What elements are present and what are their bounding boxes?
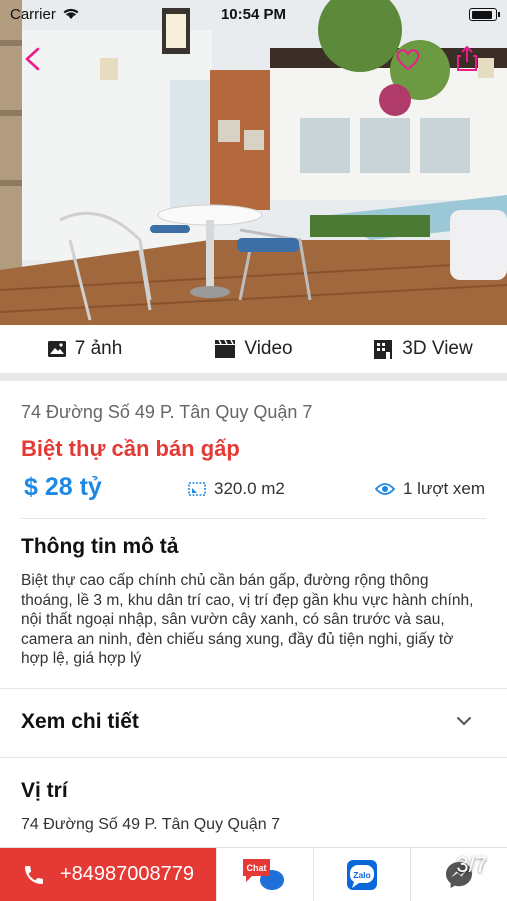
location-address: 74 Đường Số 49 P. Tân Quy Quận 7 bbox=[21, 816, 280, 833]
3d-view-tab[interactable]: 3D View bbox=[338, 338, 507, 360]
bottom-action-bar: +84987008779 Chat Zalo bbox=[0, 847, 507, 901]
heart-icon bbox=[396, 49, 420, 71]
chevron-down-icon bbox=[457, 717, 471, 725]
phone-icon bbox=[25, 865, 43, 884]
3d-view-icon bbox=[374, 340, 393, 359]
phone-number: +84987008779 bbox=[60, 863, 195, 885]
chat-icon-label: Chat bbox=[247, 863, 267, 873]
villa-courtyard-image bbox=[0, 0, 507, 325]
description-text: Biệt thự cao cấp chính chủ cần bán gấp, … bbox=[21, 572, 474, 667]
area-value: 320.0 m2 bbox=[214, 479, 285, 498]
listing-address: 74 Đường Số 49 P. Tân Quy Quận 7 bbox=[21, 402, 313, 422]
listing-area: 320.0 m2 bbox=[188, 479, 285, 499]
battery-icon bbox=[469, 8, 500, 21]
hero-photo[interactable] bbox=[0, 0, 507, 325]
description-heading: Thông tin mô tả bbox=[21, 535, 179, 558]
favorite-button[interactable] bbox=[391, 42, 425, 76]
zalo-icon: Zalo bbox=[347, 859, 377, 890]
clock: 10:54 PM bbox=[220, 6, 287, 23]
chevron-left-icon bbox=[25, 47, 40, 71]
listing-price: $ 28 tỷ bbox=[24, 473, 102, 501]
3d-view-tab-label: 3D View bbox=[402, 338, 473, 359]
share-button[interactable] bbox=[450, 42, 484, 76]
video-tab-label: Video bbox=[244, 338, 293, 359]
listing-title: Biệt thự cần bán gấp bbox=[21, 436, 240, 461]
divider bbox=[21, 518, 486, 519]
photos-tab[interactable]: 7 ảnh bbox=[0, 338, 169, 360]
image-icon bbox=[47, 341, 66, 357]
video-tab[interactable]: Video bbox=[169, 338, 338, 360]
call-button[interactable]: +84987008779 bbox=[0, 848, 216, 901]
location-heading: Vị trí bbox=[21, 779, 68, 802]
divider bbox=[0, 757, 507, 758]
media-tabs: 7 ảnh Video 3D View bbox=[0, 325, 507, 373]
divider bbox=[0, 688, 507, 689]
chat-icon: Chat bbox=[243, 858, 284, 890]
details-toggle[interactable] bbox=[455, 714, 473, 732]
eye-icon bbox=[375, 483, 395, 495]
details-heading[interactable]: Xem chi tiết bbox=[21, 710, 139, 734]
share-icon bbox=[457, 45, 477, 71]
back-button[interactable] bbox=[16, 42, 50, 76]
gallery-counter: 3/7 bbox=[456, 852, 487, 877]
status-bar: Carrier 10:54 PM bbox=[0, 0, 507, 28]
area-icon bbox=[188, 482, 206, 496]
chat-button[interactable]: Chat bbox=[216, 848, 313, 901]
views-value: 1 lượt xem bbox=[403, 479, 486, 498]
zalo-icon-label: Zalo bbox=[353, 870, 370, 880]
listing-views: 1 lượt xem bbox=[375, 479, 485, 499]
video-icon bbox=[215, 339, 236, 358]
photos-tab-label: 7 ảnh bbox=[74, 338, 123, 359]
zalo-button[interactable]: Zalo bbox=[313, 848, 410, 901]
section-divider bbox=[0, 373, 507, 381]
